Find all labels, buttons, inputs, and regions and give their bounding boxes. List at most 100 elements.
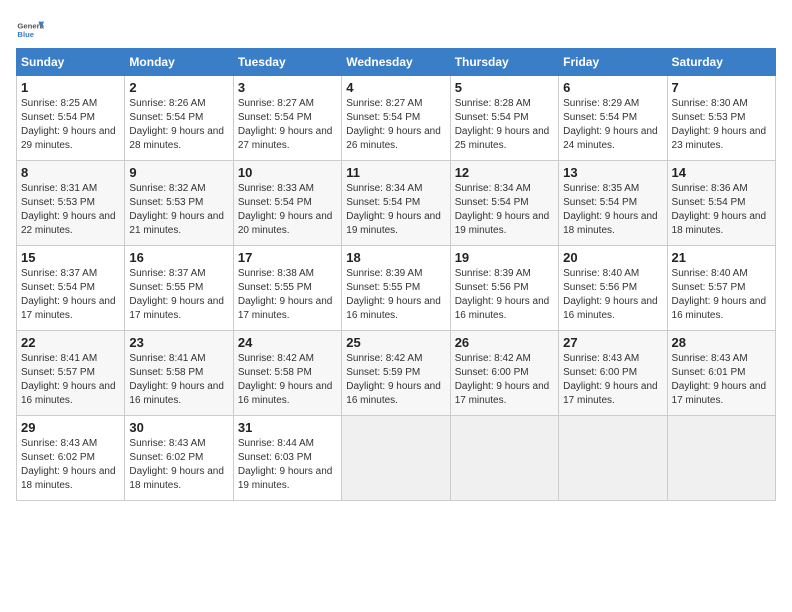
day-number: 31 <box>238 420 337 435</box>
day-number: 27 <box>563 335 662 350</box>
day-info: Sunrise: 8:36 AM Sunset: 5:54 PM Dayligh… <box>672 182 771 238</box>
daylight: Daylight: 9 hours and 18 minutes. <box>21 465 120 493</box>
sunset: Sunset: 5:55 PM <box>346 281 445 295</box>
calendar-cell: 28 Sunrise: 8:43 AM Sunset: 6:01 PM Dayl… <box>667 331 775 416</box>
day-number: 15 <box>21 250 120 265</box>
day-info: Sunrise: 8:42 AM Sunset: 5:58 PM Dayligh… <box>238 352 337 408</box>
calendar-week-4: 22 Sunrise: 8:41 AM Sunset: 5:57 PM Dayl… <box>17 331 776 416</box>
sunrise: Sunrise: 8:27 AM <box>346 97 445 111</box>
calendar-cell <box>342 416 450 501</box>
day-info: Sunrise: 8:40 AM Sunset: 5:56 PM Dayligh… <box>563 267 662 323</box>
day-info: Sunrise: 8:26 AM Sunset: 5:54 PM Dayligh… <box>129 97 228 153</box>
calendar-cell: 31 Sunrise: 8:44 AM Sunset: 6:03 PM Dayl… <box>233 416 341 501</box>
daylight: Daylight: 9 hours and 25 minutes. <box>455 125 554 153</box>
col-header-wednesday: Wednesday <box>342 49 450 76</box>
daylight: Daylight: 9 hours and 18 minutes. <box>563 210 662 238</box>
daylight: Daylight: 9 hours and 19 minutes. <box>346 210 445 238</box>
col-header-monday: Monday <box>125 49 233 76</box>
calendar-cell: 18 Sunrise: 8:39 AM Sunset: 5:55 PM Dayl… <box>342 246 450 331</box>
sunrise: Sunrise: 8:29 AM <box>563 97 662 111</box>
day-number: 28 <box>672 335 771 350</box>
sunset: Sunset: 5:59 PM <box>346 366 445 380</box>
sunrise: Sunrise: 8:41 AM <box>21 352 120 366</box>
daylight: Daylight: 9 hours and 20 minutes. <box>238 210 337 238</box>
daylight: Daylight: 9 hours and 17 minutes. <box>238 295 337 323</box>
col-header-friday: Friday <box>559 49 667 76</box>
sunrise: Sunrise: 8:33 AM <box>238 182 337 196</box>
sunrise: Sunrise: 8:42 AM <box>455 352 554 366</box>
daylight: Daylight: 9 hours and 23 minutes. <box>672 125 771 153</box>
daylight: Daylight: 9 hours and 16 minutes. <box>238 380 337 408</box>
sunrise: Sunrise: 8:42 AM <box>346 352 445 366</box>
daylight: Daylight: 9 hours and 19 minutes. <box>455 210 554 238</box>
sunset: Sunset: 5:53 PM <box>21 196 120 210</box>
sunrise: Sunrise: 8:35 AM <box>563 182 662 196</box>
daylight: Daylight: 9 hours and 17 minutes. <box>563 380 662 408</box>
sunset: Sunset: 6:00 PM <box>455 366 554 380</box>
calendar-week-2: 8 Sunrise: 8:31 AM Sunset: 5:53 PM Dayli… <box>17 161 776 246</box>
sunrise: Sunrise: 8:25 AM <box>21 97 120 111</box>
day-info: Sunrise: 8:27 AM Sunset: 5:54 PM Dayligh… <box>238 97 337 153</box>
day-info: Sunrise: 8:43 AM Sunset: 6:00 PM Dayligh… <box>563 352 662 408</box>
sunrise: Sunrise: 8:28 AM <box>455 97 554 111</box>
day-info: Sunrise: 8:34 AM Sunset: 5:54 PM Dayligh… <box>346 182 445 238</box>
day-number: 14 <box>672 165 771 180</box>
sunset: Sunset: 5:54 PM <box>346 111 445 125</box>
sunset: Sunset: 5:53 PM <box>129 196 228 210</box>
daylight: Daylight: 9 hours and 16 minutes. <box>455 295 554 323</box>
calendar-cell: 12 Sunrise: 8:34 AM Sunset: 5:54 PM Dayl… <box>450 161 558 246</box>
day-info: Sunrise: 8:39 AM Sunset: 5:56 PM Dayligh… <box>455 267 554 323</box>
calendar-cell: 13 Sunrise: 8:35 AM Sunset: 5:54 PM Dayl… <box>559 161 667 246</box>
daylight: Daylight: 9 hours and 18 minutes. <box>129 465 228 493</box>
sunset: Sunset: 5:54 PM <box>346 196 445 210</box>
sunrise: Sunrise: 8:38 AM <box>238 267 337 281</box>
day-info: Sunrise: 8:40 AM Sunset: 5:57 PM Dayligh… <box>672 267 771 323</box>
header: General Blue <box>16 16 776 44</box>
day-info: Sunrise: 8:31 AM Sunset: 5:53 PM Dayligh… <box>21 182 120 238</box>
sunrise: Sunrise: 8:43 AM <box>563 352 662 366</box>
day-number: 21 <box>672 250 771 265</box>
sunset: Sunset: 5:58 PM <box>129 366 228 380</box>
daylight: Daylight: 9 hours and 17 minutes. <box>455 380 554 408</box>
day-number: 6 <box>563 80 662 95</box>
sunset: Sunset: 5:56 PM <box>455 281 554 295</box>
sunrise: Sunrise: 8:43 AM <box>21 437 120 451</box>
daylight: Daylight: 9 hours and 16 minutes. <box>346 380 445 408</box>
sunrise: Sunrise: 8:41 AM <box>129 352 228 366</box>
calendar-cell: 27 Sunrise: 8:43 AM Sunset: 6:00 PM Dayl… <box>559 331 667 416</box>
calendar-cell: 15 Sunrise: 8:37 AM Sunset: 5:54 PM Dayl… <box>17 246 125 331</box>
calendar-week-5: 29 Sunrise: 8:43 AM Sunset: 6:02 PM Dayl… <box>17 416 776 501</box>
day-info: Sunrise: 8:42 AM Sunset: 5:59 PM Dayligh… <box>346 352 445 408</box>
calendar-cell: 24 Sunrise: 8:42 AM Sunset: 5:58 PM Dayl… <box>233 331 341 416</box>
sunset: Sunset: 5:56 PM <box>563 281 662 295</box>
daylight: Daylight: 9 hours and 24 minutes. <box>563 125 662 153</box>
sunrise: Sunrise: 8:40 AM <box>563 267 662 281</box>
sunrise: Sunrise: 8:37 AM <box>21 267 120 281</box>
calendar-cell: 2 Sunrise: 8:26 AM Sunset: 5:54 PM Dayli… <box>125 76 233 161</box>
calendar-cell: 4 Sunrise: 8:27 AM Sunset: 5:54 PM Dayli… <box>342 76 450 161</box>
calendar-cell: 16 Sunrise: 8:37 AM Sunset: 5:55 PM Dayl… <box>125 246 233 331</box>
daylight: Daylight: 9 hours and 22 minutes. <box>21 210 120 238</box>
day-info: Sunrise: 8:41 AM Sunset: 5:57 PM Dayligh… <box>21 352 120 408</box>
calendar-cell: 10 Sunrise: 8:33 AM Sunset: 5:54 PM Dayl… <box>233 161 341 246</box>
logo: General Blue <box>16 16 44 44</box>
day-info: Sunrise: 8:44 AM Sunset: 6:03 PM Dayligh… <box>238 437 337 493</box>
day-info: Sunrise: 8:41 AM Sunset: 5:58 PM Dayligh… <box>129 352 228 408</box>
day-number: 20 <box>563 250 662 265</box>
sunset: Sunset: 6:02 PM <box>21 451 120 465</box>
day-number: 5 <box>455 80 554 95</box>
calendar-header-row: SundayMondayTuesdayWednesdayThursdayFrid… <box>17 49 776 76</box>
day-info: Sunrise: 8:25 AM Sunset: 5:54 PM Dayligh… <box>21 97 120 153</box>
sunrise: Sunrise: 8:40 AM <box>672 267 771 281</box>
sunset: Sunset: 5:54 PM <box>563 111 662 125</box>
calendar-cell: 8 Sunrise: 8:31 AM Sunset: 5:53 PM Dayli… <box>17 161 125 246</box>
calendar-cell: 21 Sunrise: 8:40 AM Sunset: 5:57 PM Dayl… <box>667 246 775 331</box>
sunrise: Sunrise: 8:26 AM <box>129 97 228 111</box>
sunset: Sunset: 5:54 PM <box>672 196 771 210</box>
day-number: 10 <box>238 165 337 180</box>
calendar-cell: 7 Sunrise: 8:30 AM Sunset: 5:53 PM Dayli… <box>667 76 775 161</box>
sunset: Sunset: 5:54 PM <box>21 281 120 295</box>
daylight: Daylight: 9 hours and 16 minutes. <box>346 295 445 323</box>
sunset: Sunset: 5:57 PM <box>672 281 771 295</box>
day-info: Sunrise: 8:37 AM Sunset: 5:54 PM Dayligh… <box>21 267 120 323</box>
